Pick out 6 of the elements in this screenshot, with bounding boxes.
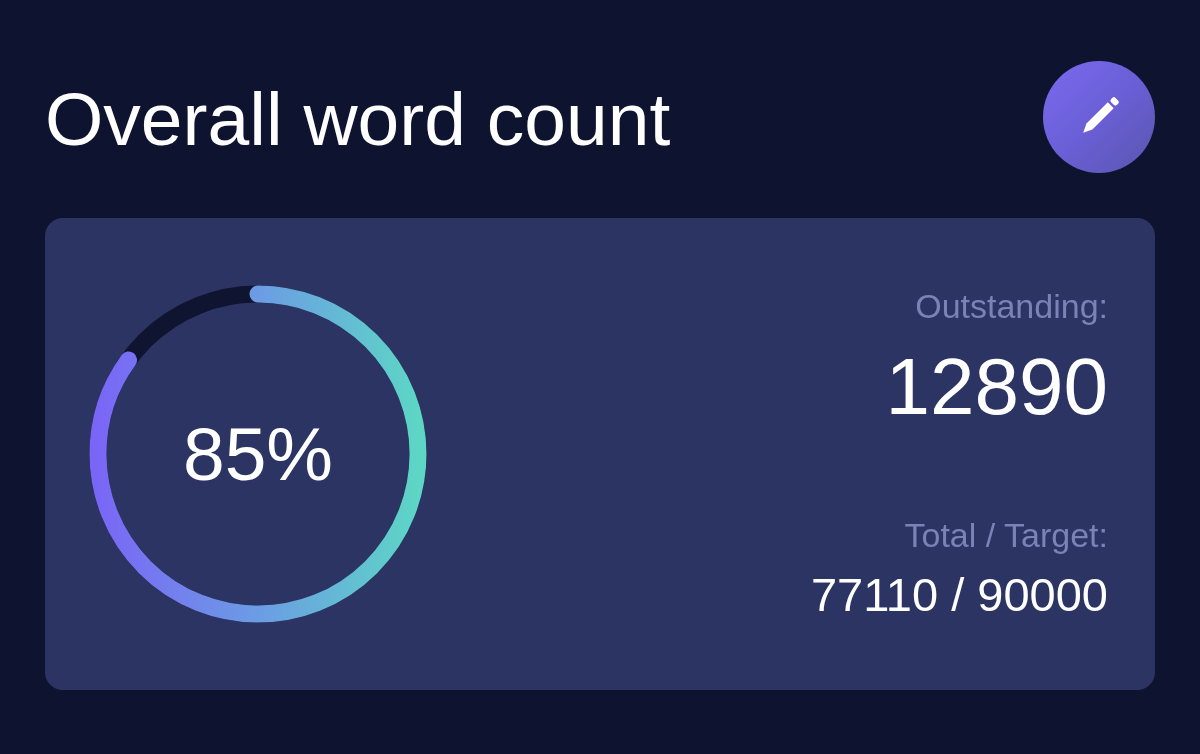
stat-value: 77110 / 90000 [810,566,1108,622]
stat-label: Outstanding: [915,286,1108,325]
card-title: Overall word count [45,77,671,161]
stat-value: 12890 [885,346,1108,427]
stat-label: Total / Target: [904,515,1108,554]
progress-percent: 85% [182,416,334,492]
